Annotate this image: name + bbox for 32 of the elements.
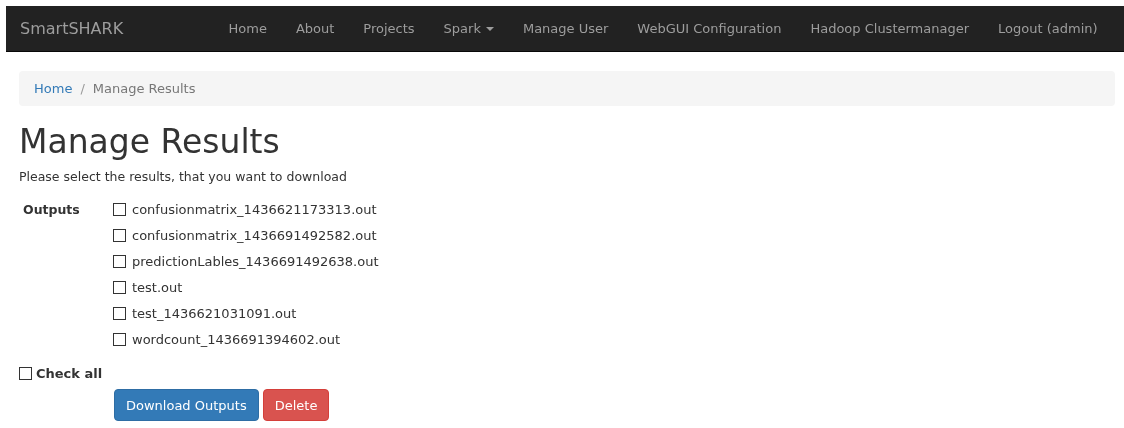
checkbox[interactable] xyxy=(113,307,126,321)
page-title: Manage Results xyxy=(19,122,281,162)
nav-link[interactable]: Manage User xyxy=(508,18,623,39)
instruction-text: Please select the results, that you want to download xyxy=(19,168,348,186)
nav-link[interactable]: Spark xyxy=(429,18,509,39)
checkbox[interactable] xyxy=(113,333,126,347)
file-label[interactable]: wordcount_1436691394602.out xyxy=(132,330,341,350)
breadcrumb-separator: / xyxy=(80,79,85,98)
breadcrumb-current: Manage Results xyxy=(92,79,196,98)
checkbox[interactable] xyxy=(19,367,32,380)
brand-link[interactable]: SmartSHARK xyxy=(20,16,214,41)
breadcrumb-link[interactable]: Home xyxy=(34,78,73,99)
nav-link[interactable]: Projects xyxy=(348,18,430,39)
checkbox[interactable] xyxy=(113,203,126,217)
action-button[interactable]: Download Outputs xyxy=(114,389,259,422)
nav-link[interactable]: WebGUI Configuration xyxy=(622,18,796,39)
file-label[interactable]: test.out xyxy=(132,278,183,298)
checkbox[interactable] xyxy=(113,255,126,269)
checkbox[interactable] xyxy=(113,281,126,295)
nav-link[interactable]: Hadoop Clustermanager xyxy=(795,18,984,39)
nav-link[interactable]: Home xyxy=(214,18,282,39)
checkbox[interactable] xyxy=(113,229,126,243)
check-all-label[interactable]: Check all xyxy=(36,363,103,384)
file-label[interactable]: confusionmatrix_1436621173313.out xyxy=(132,200,377,220)
caret-icon xyxy=(485,26,494,31)
action-button[interactable]: Delete xyxy=(262,389,330,422)
file-label[interactable]: confusionmatrix_1436691492582.out xyxy=(132,226,377,246)
file-label[interactable]: predictionLables_1436691492638.out xyxy=(132,252,379,272)
nav-link[interactable]: Logout (admin) xyxy=(983,18,1113,39)
nav-link[interactable]: About xyxy=(281,18,349,39)
file-label[interactable]: test_1436621031091.out xyxy=(132,304,297,324)
outputs-label: Outputs xyxy=(22,200,81,219)
